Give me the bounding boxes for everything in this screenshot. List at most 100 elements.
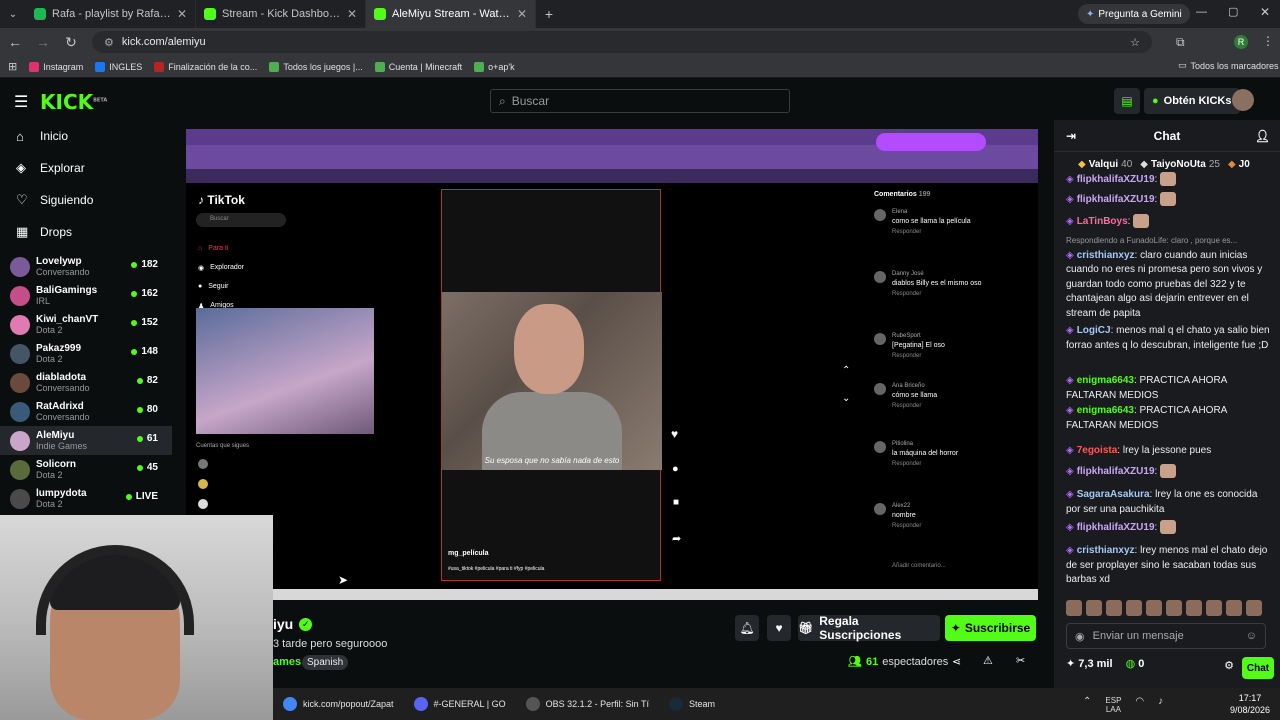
chat-username[interactable]: cristhianxyz — [1077, 545, 1135, 556]
extensions-icon[interactable]: ⧉ — [1176, 35, 1185, 50]
language-tag[interactable]: Spanish — [302, 655, 349, 670]
taskbar-app[interactable]: Steam — [659, 688, 725, 720]
sidebar-channel[interactable]: lumpydota Dota 2 LIVE — [0, 484, 172, 513]
chat-users-icon[interactable]: 👤︎ — [1255, 129, 1270, 143]
chat-username[interactable]: enigma6643 — [1077, 405, 1134, 416]
sidebar-channel[interactable]: Kiwi_chanVT Dota 2 152 — [0, 310, 172, 339]
search-input[interactable]: ⌕ Buscar — [490, 89, 790, 113]
bookmark-star-icon[interactable]: ☆ — [1130, 36, 1140, 49]
taskbar-app[interactable]: kick.com/popout/Zapat — [273, 688, 404, 720]
tiktok-logo: ♪ TikTok — [198, 193, 245, 207]
share-stream-icon[interactable]: ⋖ — [952, 655, 961, 668]
tab-search-button[interactable]: ⌄ — [0, 9, 26, 20]
get-kicks-button[interactable]: ● Obtén KICKs — [1144, 88, 1240, 114]
chat-username[interactable]: SagaraAsakura — [1077, 489, 1150, 500]
gemini-button[interactable]: ✦ Pregunta a Gemini — [1078, 4, 1190, 24]
nav-item[interactable]: ▦ Drops — [0, 216, 172, 248]
emoji-icon[interactable]: ☺ — [1246, 630, 1257, 642]
wallet-button[interactable]: ▤ — [1114, 88, 1140, 114]
gift-subs-button[interactable]: 🎁︎ Regala Suscripciones — [798, 614, 940, 642]
report-icon[interactable]: ⚠ — [983, 654, 993, 667]
sidebar-channel[interactable]: AleMiyu Indie Games 61 — [0, 426, 172, 455]
chat-username[interactable]: flipkhalifaXZU19 — [1077, 466, 1155, 477]
channel-category: Dota 2 — [36, 469, 63, 480]
lang-indicator[interactable]: ESP LAA — [1105, 696, 1121, 714]
chat-username[interactable]: cristhianxyz — [1077, 250, 1135, 261]
leaderboard-entry[interactable]: ◆ J0 — [1228, 159, 1253, 170]
all-bookmarks[interactable]: ▭ Todos los marcadores — [1178, 60, 1279, 71]
follow-button[interactable]: ♥ — [767, 615, 791, 641]
chat-settings-icon[interactable]: ⚙ — [1224, 659, 1234, 672]
wifi-icon[interactable]: ◠ — [1135, 696, 1144, 714]
chat-send-button[interactable]: Chat — [1242, 657, 1274, 679]
menu-icon[interactable]: ⋮ — [1262, 34, 1274, 48]
nav-item[interactable]: ♡ Siguiendo — [0, 184, 172, 216]
chat-input[interactable]: ◉ Enviar un mensaje ☺ — [1066, 623, 1266, 649]
sidebar-channel[interactable]: Pakaz999 Dota 2 148 — [0, 339, 172, 368]
apps-icon[interactable]: ⊞ — [8, 60, 17, 73]
close-tab-icon[interactable]: ✕ — [517, 7, 527, 21]
chat-username[interactable]: 7egoista — [1077, 445, 1118, 456]
tiktok-search: Buscar — [196, 213, 286, 227]
profile-avatar[interactable]: R — [1234, 35, 1248, 49]
back-icon[interactable]: ← — [8, 34, 22, 50]
sidebar-channel[interactable]: Lovelywp Conversando 182 — [0, 252, 172, 281]
chat-username[interactable]: flipkhalifaXZU19 — [1077, 194, 1155, 205]
clip-icon[interactable]: ✂ — [1016, 654, 1025, 667]
kick-header: ☰ KICKBETA ⌕ Buscar ▤ ● Obtén KICKs — [0, 82, 1280, 120]
close-tab-icon[interactable]: ✕ — [347, 7, 357, 21]
close-tab-icon[interactable]: ✕ — [177, 7, 187, 21]
maximize-button[interactable]: ▢ — [1228, 5, 1238, 18]
subscribe-button[interactable]: ✦ Suscribirse — [945, 615, 1036, 641]
taskbar-app[interactable]: OBS 32.1.2 - Perfil: Sin Tí — [516, 688, 659, 720]
forward-icon[interactable]: → — [36, 34, 50, 50]
user-avatar[interactable] — [1232, 89, 1254, 111]
volume-icon[interactable]: ♪ — [1158, 696, 1163, 714]
chat-username[interactable]: LogiCJ — [1077, 325, 1111, 336]
bookmark-item[interactable]: Finalización de la co... — [154, 61, 257, 72]
bookmark-item[interactable]: Todos los juegos |... — [269, 61, 363, 72]
channel-viewer-count: 80 — [146, 404, 158, 415]
tray-chevron-icon[interactable]: ⌃ — [1083, 696, 1091, 714]
kick-logo[interactable]: KICKBETA — [40, 90, 107, 114]
new-tab-button[interactable]: + — [536, 6, 562, 22]
bookmark-item[interactable]: Cuenta | Minecraft — [374, 61, 462, 72]
url-field[interactable]: ⚙ kick.com/alemiyu ☆ — [92, 31, 1152, 53]
channel-category: Dota 2 — [36, 498, 63, 509]
sidebar-channel[interactable]: RatAdrixd Conversando 80 — [0, 397, 172, 426]
chat-username[interactable]: flipkhalifaXZU19 — [1077, 522, 1155, 533]
chat-username[interactable]: flipkhalifaXZU19 — [1077, 174, 1155, 185]
sidebar-channel[interactable]: BaliGamings IRL 162 — [0, 281, 172, 310]
chat-username[interactable]: LaTinBoys — [1077, 216, 1128, 227]
taskbar-clock[interactable]: 17:17 9/08/2026 — [1230, 692, 1270, 716]
channel-category: IRL — [36, 295, 51, 306]
browser-tab[interactable]: AleMiyu Stream - Watch Li ✕ — [366, 0, 536, 28]
taskbar-app[interactable]: #-GENERAL | GO — [404, 688, 516, 720]
headset — [36, 545, 194, 635]
bookmark-item[interactable]: Instagram — [29, 61, 83, 72]
chat-username[interactable]: enigma6643 — [1077, 375, 1134, 386]
collapse-chat-icon[interactable]: ⇥ — [1066, 129, 1076, 143]
video-player[interactable]: ♪ TikTok Buscar ⌂ Para ti ◉ Explorador ● Segu… — [186, 129, 1038, 600]
category-link[interactable]: ames — [273, 656, 301, 668]
streamer-name[interactable]: iyu ✓ — [273, 616, 313, 632]
browser-tab[interactable]: Stream - Kick Dashboard ✕ — [196, 0, 366, 28]
following-item — [198, 499, 208, 509]
browser-tab[interactable]: Rafa - playlist by Rafael.xared | ✕ — [26, 0, 196, 28]
channel-text: Lovelywp Conversando — [36, 256, 90, 278]
leaderboard-entry[interactable]: ◆ Valqui 40 — [1078, 159, 1132, 170]
close-window-button[interactable]: ✕ — [1260, 5, 1270, 19]
nav-item[interactable]: ◈ Explorar — [0, 152, 172, 184]
minimize-button[interactable]: — — [1196, 6, 1207, 18]
bookmark-item[interactable]: INGLES — [95, 61, 142, 72]
emote-bar[interactable] — [1066, 600, 1276, 618]
lang-secondary: LAA — [1105, 705, 1121, 714]
reload-icon[interactable]: ↻ — [64, 34, 78, 51]
notifications-button[interactable]: 🔔︎ — [735, 615, 759, 641]
nav-item[interactable]: ⌂ Inicio — [0, 120, 172, 152]
bookmark-item[interactable]: o+ap'k — [474, 61, 515, 72]
hamburger-menu-icon[interactable]: ☰ — [14, 92, 28, 112]
sidebar-channel[interactable]: diabladota Conversando 82 — [0, 368, 172, 397]
sidebar-channel[interactable]: Solicorn Dota 2 45 — [0, 455, 172, 484]
leaderboard-entry[interactable]: ◆ TaiyoNoUta 25 — [1140, 159, 1220, 170]
